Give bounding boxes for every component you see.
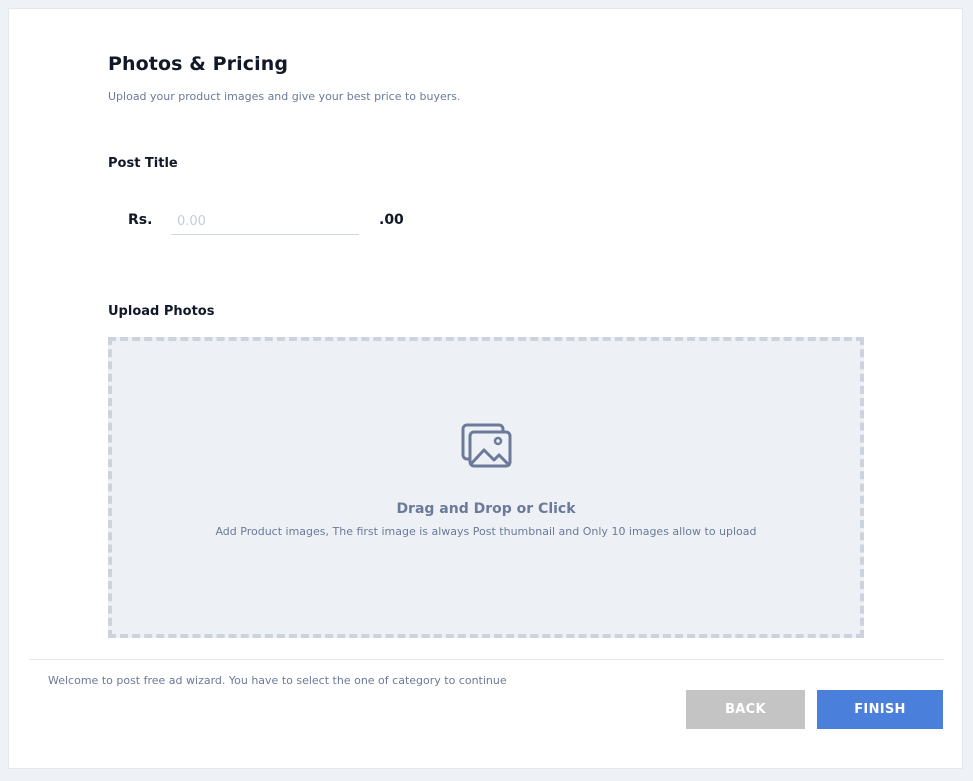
page-title: Photos & Pricing (108, 53, 289, 75)
dropzone-title: Drag and Drop or Click (396, 501, 576, 517)
upload-photos-label: Upload Photos (108, 304, 215, 319)
photo-dropzone[interactable]: Drag and Drop or Click Add Product image… (108, 337, 864, 638)
footer-note: Welcome to post free ad wizard. You have… (48, 674, 507, 687)
price-field-label: Post Title (108, 156, 178, 171)
decimal-suffix: .00 (379, 212, 404, 228)
wizard-card: Photos & Pricing Upload your product ima… (8, 8, 963, 769)
price-input[interactable] (171, 209, 359, 235)
footer-divider (29, 659, 944, 660)
dropzone-hint: Add Product images, The first image is a… (215, 525, 757, 538)
page-subtitle: Upload your product images and give your… (108, 90, 461, 103)
currency-prefix: Rs. (128, 212, 153, 228)
back-button[interactable]: BACK (686, 690, 805, 729)
finish-button[interactable]: FINISH (817, 690, 943, 729)
images-icon (461, 423, 512, 468)
